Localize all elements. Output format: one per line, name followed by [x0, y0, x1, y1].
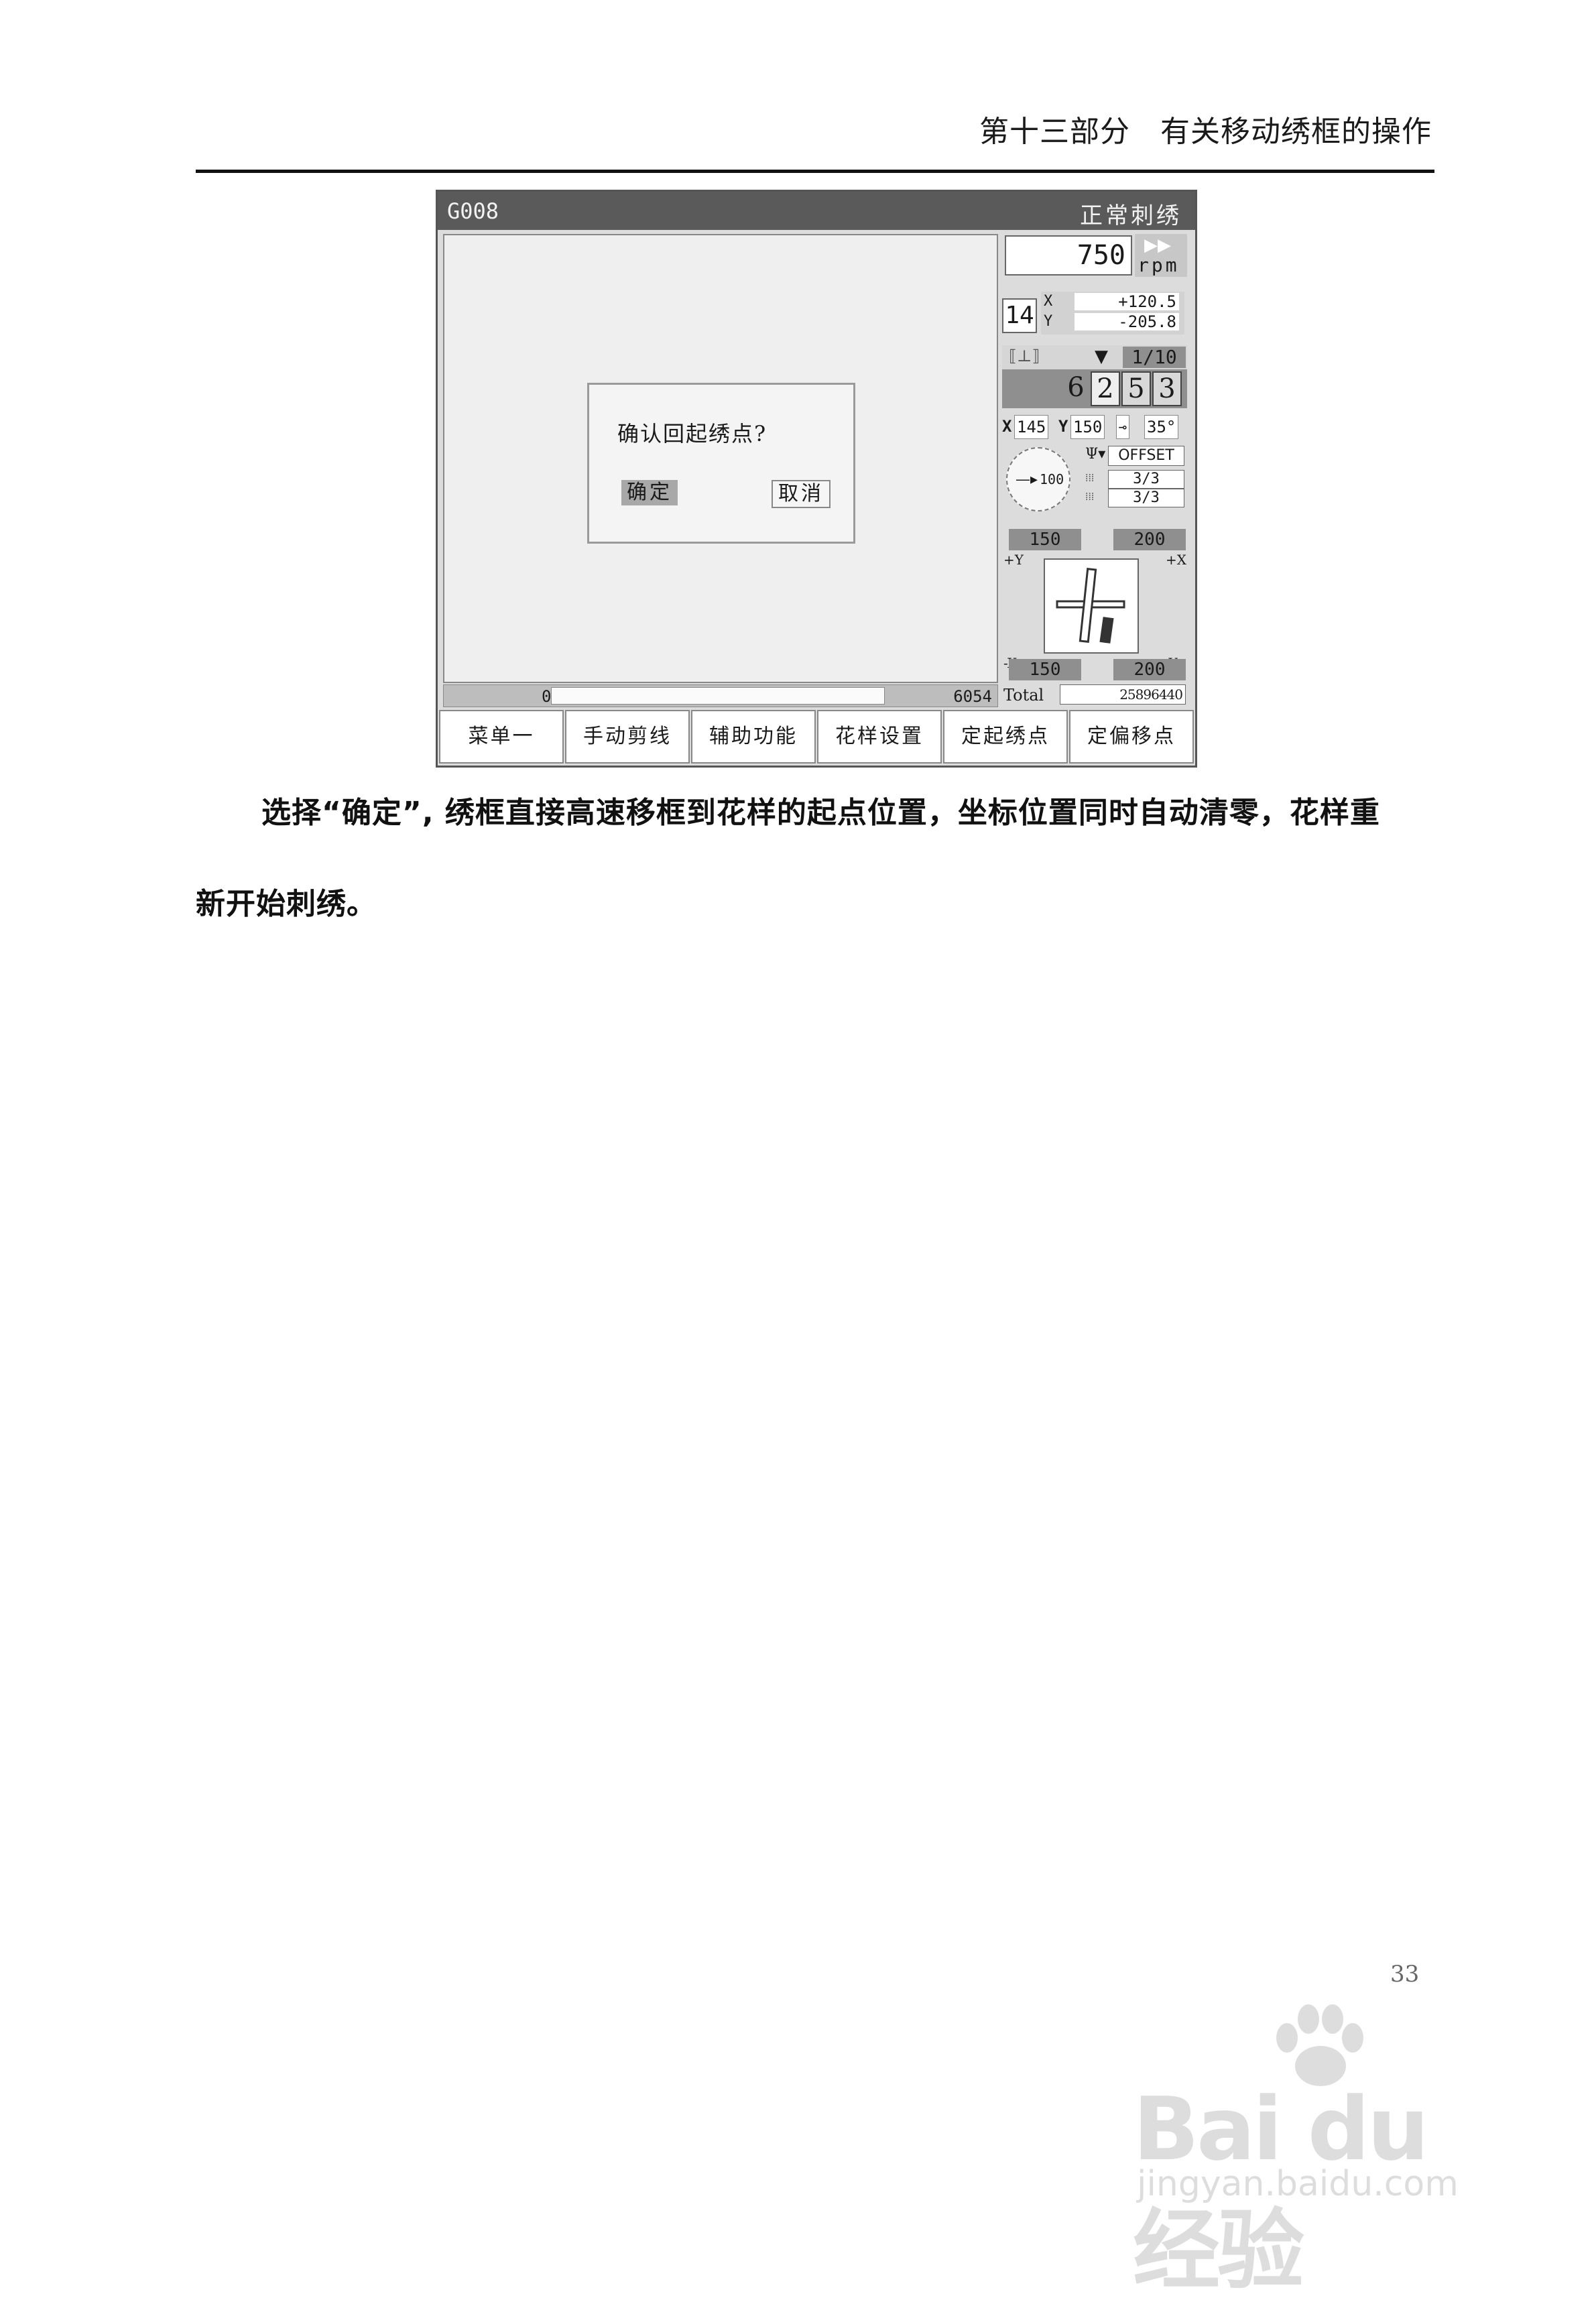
- progress-start: 0: [542, 687, 552, 706]
- plus-x-label: +X: [1166, 552, 1186, 568]
- page-number: 33: [1390, 1961, 1420, 1988]
- ratio-x-value: 3/3: [1108, 470, 1184, 489]
- ratio-y-value: 3/3: [1108, 489, 1184, 507]
- angle-value: 35°: [1144, 415, 1179, 439]
- color-digit: 6: [1067, 372, 1085, 403]
- rotate-icon: ⊸: [1116, 415, 1130, 439]
- screen-titlebar: G008 正常刺绣: [438, 192, 1195, 230]
- arrow-right-icon: —▸: [1016, 471, 1038, 488]
- color-digit: 3: [1152, 371, 1182, 406]
- stitch-strip: ⟦⊥⟧ ▼ 1/10: [1002, 345, 1187, 369]
- ratio-x-row: ⁞⁞⁞ 3/3: [1085, 470, 1186, 489]
- body-paragraph-2: 新开始刺绣。: [196, 887, 377, 921]
- menu-item-manual-trim[interactable]: 手动剪线: [565, 710, 690, 764]
- bottom-menu: 菜单一 手动剪线 辅助功能 花样设置 定起绣点 定偏移点: [438, 710, 1195, 765]
- color-digits: 6 2 5 3: [1002, 369, 1187, 408]
- presser-foot-icon: ⟦⊥⟧: [1009, 347, 1040, 365]
- speed-unit-box[interactable]: ▶▶ rpm: [1135, 234, 1187, 277]
- offset-label: OFFSET: [1108, 446, 1184, 466]
- watermark-url: jingyan.baidu.com: [1137, 2164, 1459, 2204]
- grid-x-icon: ⁞⁞⁞: [1085, 471, 1095, 484]
- limit-bottom-left: 150: [1009, 659, 1081, 680]
- x-value: +120.5: [1075, 293, 1179, 310]
- grid-y-icon: ⁞⁞⁞: [1085, 490, 1095, 503]
- stitch-progress: 0 6054: [443, 684, 998, 707]
- menu-item-set-offset-point[interactable]: 定偏移点: [1069, 710, 1194, 764]
- y-row: Y -205.8: [1044, 313, 1182, 332]
- color-digit: 5: [1121, 371, 1151, 406]
- status-panel: 750 ▶▶ rpm 14 X +120.5 Y -205.8 ⟦⊥⟧ ▼ 1/…: [1002, 234, 1191, 707]
- cancel-button[interactable]: 取消: [772, 480, 831, 508]
- param-y-value: 150: [1070, 415, 1105, 439]
- needle-down-icon: Ψ▾: [1085, 446, 1106, 463]
- offset-box[interactable]: Ψ▾ OFFSET: [1085, 446, 1186, 466]
- dial-value: 100: [1040, 471, 1064, 487]
- fast-forward-icon: ▶▶: [1144, 235, 1171, 255]
- x-row: X +120.5: [1044, 293, 1182, 312]
- param-x-value: 145: [1014, 415, 1049, 439]
- speed-unit: rpm: [1138, 254, 1180, 276]
- ok-button[interactable]: 确定: [621, 480, 678, 505]
- stitch-fraction: 1/10: [1123, 347, 1186, 368]
- frame-cross-icon: [1056, 568, 1125, 644]
- header-rule: [196, 170, 1434, 173]
- total-label: Total: [1003, 686, 1044, 705]
- confirm-dialog: 确认回起绣点? 确定 取消: [587, 383, 855, 544]
- header-title: 第十三部分 有关移动绣框的操作: [979, 115, 1432, 149]
- embroidery-screen: G008 正常刺绣 确认回起绣点? 确定 取消 0 6054 750 ▶▶ rp…: [436, 190, 1197, 768]
- body-paragraph-1: 选择“确定”, 绣框直接高速移框到花样的起点位置，坐标位置同时自动清零，花样重: [261, 796, 1380, 830]
- x-label: X: [1044, 293, 1053, 310]
- menu-item-menu-one[interactable]: 菜单一: [439, 710, 564, 764]
- menu-item-pattern-settings[interactable]: 花样设置: [817, 710, 942, 764]
- coordinate-readout: X +120.5 Y -205.8: [1041, 292, 1184, 335]
- baidu-watermark: Bai du 经验 jingyan.baidu.com: [1133, 2004, 1508, 2301]
- y-value: -205.8: [1075, 313, 1179, 330]
- plus-y-label: +Y: [1003, 552, 1024, 568]
- limit-top-right: 200: [1113, 529, 1186, 550]
- color-digit: 2: [1091, 371, 1120, 406]
- param-row: X 145 Y 150 ⊸ 35°: [1002, 415, 1187, 439]
- total-value: 25896440: [1060, 684, 1186, 705]
- param-y-label: Y: [1058, 417, 1068, 436]
- speed-dial[interactable]: —▸ 100: [1006, 447, 1070, 511]
- limit-bottom-right: 200: [1113, 659, 1186, 680]
- y-label: Y: [1044, 313, 1053, 330]
- menu-item-aux-function[interactable]: 辅助功能: [691, 710, 816, 764]
- limit-top-left: 150: [1009, 529, 1081, 550]
- mode-label: 正常刺绣: [1080, 202, 1182, 229]
- ratio-y-row: ⁞⁞⁞ 3/3: [1085, 489, 1186, 507]
- param-x-label: X: [1002, 417, 1012, 436]
- progress-bar: [551, 687, 885, 705]
- speed-value: 750: [1005, 235, 1132, 276]
- dialog-message: 确认回起绣点?: [617, 421, 768, 446]
- frame-position-box[interactable]: [1044, 558, 1139, 654]
- progress-end: 6054: [953, 687, 992, 706]
- position-marker: ▼: [1095, 347, 1108, 367]
- needle-number: 14: [1002, 298, 1037, 333]
- pattern-code: G008: [447, 198, 499, 224]
- pattern-canvas: 确认回起绣点? 确定 取消: [443, 234, 998, 683]
- total-row: Total 25896440: [1002, 683, 1187, 706]
- menu-item-set-start-point[interactable]: 定起绣点: [943, 710, 1068, 764]
